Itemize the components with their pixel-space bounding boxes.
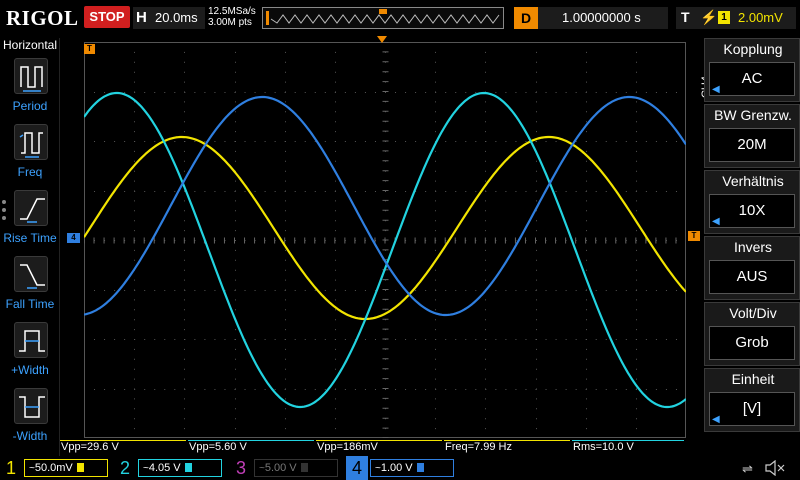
coupling-softkey[interactable]: Kopplung ◀ AC: [704, 38, 800, 102]
probe-ratio-softkey[interactable]: Verhältnis ◀ 10X: [704, 170, 800, 234]
sample-rate: 12.5MSa/s: [208, 6, 256, 17]
unit-value: ◀ [V]: [709, 392, 795, 426]
invert-value: AUS: [709, 260, 795, 294]
measurement-frequency[interactable]: Freq=7.99 Hz: [444, 440, 570, 453]
measure-fall-time-label: Fall Time: [5, 297, 55, 311]
unit-softkey[interactable]: Einheit ◀ [V]: [704, 368, 800, 432]
measure-positive-width-button[interactable]: +Width: [0, 322, 60, 386]
brand-logo: RIGOL: [6, 6, 79, 30]
waveform-display[interactable]: [84, 42, 686, 438]
rising-edge-icon: ⚡: [700, 9, 718, 25]
selector-arrow-icon: ◀: [712, 216, 720, 227]
graticule-dots: [84, 42, 677, 438]
probe-ratio-value: ◀ 10X: [709, 194, 795, 228]
measure-positive-width-label: +Width: [11, 363, 49, 377]
bandwidth-limit-value: 20M: [709, 128, 795, 162]
channel-4-menu: CH4 Kopplung ◀AC BW Grenzw. 20M Verhältn…: [700, 38, 800, 436]
measure-fall-time-button[interactable]: Fall Time: [0, 256, 60, 320]
unit-title: Einheit: [731, 371, 775, 387]
top-status-bar: RIGOL STOP H 20.0ms 12.5MSa/s 3.00M pts …: [0, 0, 800, 36]
fall-time-icon: [14, 256, 48, 292]
measure-rise-time-button[interactable]: Rise Time: [0, 190, 60, 254]
channel-3-number[interactable]: 3: [230, 456, 252, 480]
delay-label: D: [514, 7, 538, 29]
channel-4-scale[interactable]: ~1.00 V: [370, 459, 454, 477]
measure-negative-width-button[interactable]: -Width: [0, 388, 60, 452]
measurement-rms[interactable]: Rms=10.0 V: [572, 440, 684, 453]
measurement-menu-title: Horizontal: [2, 38, 58, 52]
rise-time-icon: [14, 190, 48, 226]
measurement-results-bar: Vpp=29.6 V Vpp=5.60 V Vpp=186mV Freq=7.9…: [60, 440, 686, 454]
memory-depth: 3.00M pts: [208, 17, 252, 28]
timebase-label: H: [136, 9, 147, 26]
speaker-muted-icon[interactable]: [764, 460, 786, 476]
period-icon: [14, 58, 48, 94]
bandwidth-limit-title: BW Grenzw.: [714, 107, 792, 123]
volts-div-value: Grob: [709, 326, 795, 360]
channel-4-number[interactable]: 4: [346, 456, 368, 480]
usb-icon: ⇌: [742, 461, 753, 476]
graticule: [84, 42, 686, 438]
measurement-vpp-ch1-b[interactable]: Vpp=186mV: [316, 440, 442, 453]
bandwidth-limit-icon: [416, 463, 424, 472]
channel-4-trace: [84, 95, 686, 317]
measurement-menu: Horizontal Period Freq Rise Time Fall Ti…: [0, 38, 60, 456]
trigger-level-marker[interactable]: T: [688, 231, 700, 241]
channel-2-number[interactable]: 2: [114, 456, 136, 480]
graticule-center-ticks: [84, 42, 677, 438]
measurement-vpp-ch1[interactable]: Vpp=29.6 V: [60, 440, 186, 453]
invert-softkey[interactable]: Invers AUS: [704, 236, 800, 300]
channel-1-position-marker[interactable]: T: [84, 44, 95, 54]
positive-width-icon: [14, 322, 48, 358]
measure-negative-width-label: -Width: [12, 429, 48, 443]
memory-overview-wave: [266, 9, 500, 25]
bandwidth-limit-softkey[interactable]: BW Grenzw. 20M: [704, 104, 800, 168]
bandwidth-limit-icon: [300, 463, 308, 472]
channel-1-number[interactable]: 1: [0, 456, 22, 480]
run-stop-button[interactable]: STOP: [84, 6, 130, 28]
measure-frequency-label: Freq: [17, 165, 43, 179]
timebase-indicator[interactable]: H 20.0ms: [133, 7, 205, 29]
trigger-level: 2.00mV: [738, 10, 783, 25]
menu-page-dots: [2, 200, 8, 224]
probe-ratio-title: Verhältnis: [722, 173, 784, 189]
trigger-position-marker[interactable]: [376, 36, 388, 44]
channel-4-offset-marker[interactable]: 4: [67, 233, 80, 243]
delay-value: 1.00000000 s: [562, 10, 641, 25]
memory-overview-bar[interactable]: [262, 7, 504, 29]
volts-div-title: Volt/Div: [729, 305, 777, 321]
coupling-value: ◀ AC: [709, 62, 795, 96]
channel-3-scale[interactable]: ~5.00 V: [254, 459, 338, 477]
frequency-icon: [14, 124, 48, 160]
volts-div-softkey[interactable]: Volt/Div Grob: [704, 302, 800, 366]
measurement-vpp-ch2[interactable]: Vpp=5.60 V: [188, 440, 314, 453]
trigger-label: T: [681, 9, 690, 25]
coupling-title: Kopplung: [723, 41, 783, 57]
trigger-channel: 1: [718, 11, 730, 24]
trigger-indicator[interactable]: T ⚡ 1 2.00mV: [676, 7, 796, 29]
measure-period-label: Period: [12, 99, 48, 113]
negative-width-icon: [14, 388, 48, 424]
channel-1-scale[interactable]: ~50.0mV: [24, 459, 108, 477]
delay-indicator[interactable]: D 1.00000000 s: [514, 7, 668, 29]
selector-arrow-icon: ◀: [712, 414, 720, 425]
channel-status-bar: 1 ~50.0mV 2 ~4.05 V 3 ~5.00 V 4 ~1.00 V …: [0, 456, 800, 480]
measure-rise-time-label: Rise Time: [3, 231, 57, 245]
channel-2-scale[interactable]: ~4.05 V: [138, 459, 222, 477]
selector-arrow-icon: ◀: [712, 84, 720, 95]
invert-title: Invers: [733, 239, 773, 255]
timebase-value: 20.0ms: [155, 10, 198, 25]
bandwidth-limit-icon: [76, 463, 84, 472]
measure-frequency-button[interactable]: Freq: [0, 124, 60, 188]
acquisition-info: 12.5MSa/s 3.00M pts: [208, 6, 256, 28]
measure-period-button[interactable]: Period: [0, 58, 60, 122]
bandwidth-limit-icon: [184, 463, 192, 472]
